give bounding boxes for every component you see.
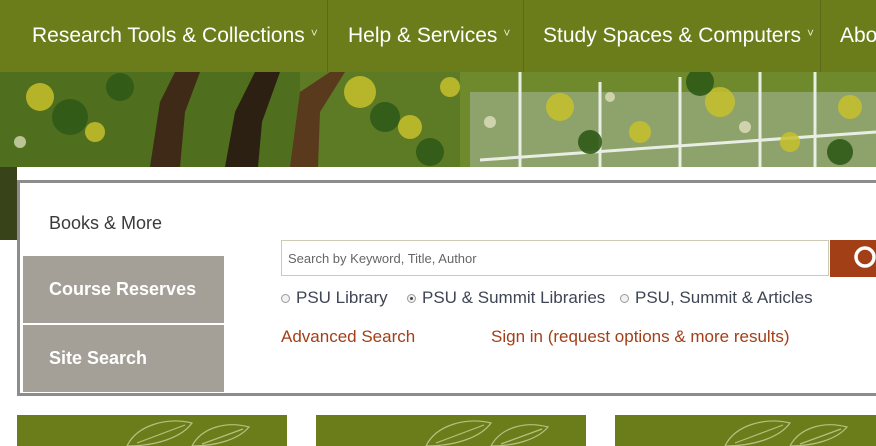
nav-item-study-spaces[interactable]: Study Spaces & Computers ˅ bbox=[543, 0, 814, 72]
radio-button-selected[interactable] bbox=[407, 293, 416, 303]
feature-card[interactable] bbox=[316, 415, 586, 446]
radio-label: PSU, Summit & Articles bbox=[635, 288, 813, 307]
nav-item-label: Study Spaces & Computers bbox=[543, 24, 801, 47]
search-input[interactable] bbox=[281, 240, 829, 276]
nav-item-label: Abo bbox=[840, 24, 876, 47]
tab-label: Course Reserves bbox=[49, 279, 197, 299]
nav-item-research-tools[interactable]: Research Tools & Collections ˅ bbox=[32, 0, 318, 72]
search-icon bbox=[854, 245, 876, 268]
nav-item-label: Research Tools & Collections bbox=[32, 24, 305, 47]
chevron-down-icon: ˅ bbox=[310, 26, 318, 40]
leaf-pattern-icon bbox=[724, 420, 849, 446]
chevron-down-icon: ˅ bbox=[806, 26, 814, 40]
radio-button[interactable] bbox=[620, 293, 629, 303]
nav-item-about[interactable]: Abo bbox=[840, 0, 876, 72]
tab-site-search[interactable]: Site Search bbox=[23, 325, 224, 392]
radio-button[interactable] bbox=[281, 293, 290, 303]
nav-item-help-services[interactable]: Help & Services ˅ bbox=[348, 0, 510, 72]
hero-banner-image bbox=[0, 72, 876, 167]
main-navigation: Research Tools & Collections ˅ Help & Se… bbox=[0, 0, 876, 72]
left-edge-strip bbox=[0, 167, 17, 240]
campus-trees-illustration bbox=[0, 72, 876, 167]
nav-divider bbox=[820, 0, 821, 72]
feature-card[interactable] bbox=[17, 415, 287, 446]
advanced-search-link[interactable]: Advanced Search bbox=[281, 327, 415, 347]
scope-radio-psu-summit[interactable]: PSU & Summit Libraries bbox=[407, 287, 605, 309]
scope-radio-psu-summit-articles[interactable]: PSU, Summit & Articles bbox=[620, 287, 813, 309]
feature-card[interactable] bbox=[615, 415, 876, 446]
radio-label: PSU Library bbox=[296, 288, 388, 307]
leaf-pattern-icon bbox=[425, 420, 550, 446]
search-button[interactable] bbox=[830, 240, 876, 277]
nav-item-label: Help & Services bbox=[348, 24, 498, 47]
sign-in-link[interactable]: Sign in (request options & more results) bbox=[491, 327, 790, 347]
nav-divider bbox=[523, 0, 524, 72]
tab-label: Site Search bbox=[49, 348, 148, 368]
scope-radio-psu-library[interactable]: PSU Library bbox=[281, 287, 388, 309]
tab-course-reserves[interactable]: Course Reserves bbox=[23, 256, 224, 323]
tab-label: Books & More bbox=[49, 213, 163, 233]
search-panel: Books & More Course Reserves Site Search… bbox=[17, 180, 876, 396]
chevron-down-icon: ˅ bbox=[503, 26, 511, 40]
nav-divider bbox=[327, 0, 328, 72]
leaf-pattern-icon bbox=[126, 420, 251, 446]
tab-books-more[interactable]: Books & More bbox=[23, 190, 224, 257]
radio-label: PSU & Summit Libraries bbox=[422, 288, 606, 307]
